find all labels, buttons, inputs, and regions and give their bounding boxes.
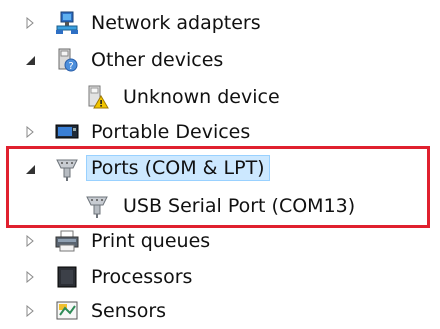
tree-item-label: Unknown device <box>123 86 280 108</box>
collapse-arrow-icon[interactable] <box>23 53 37 67</box>
tree-item-label: Print queues <box>91 230 211 252</box>
expand-arrow-icon[interactable] <box>23 270 37 284</box>
processor-icon <box>54 264 80 290</box>
tree-item-label: Other devices <box>91 49 224 71</box>
tree-item-processors[interactable]: Processors <box>0 261 440 293</box>
network-adapter-icon <box>54 10 80 36</box>
tree-item-network-adapters[interactable]: Network adapters <box>0 7 440 39</box>
expand-arrow-icon[interactable] <box>23 16 37 30</box>
other-devices-icon: ? <box>54 47 80 73</box>
tree-item-label: Network adapters <box>91 12 261 34</box>
svg-text:?: ? <box>68 61 73 72</box>
sensor-icon <box>54 298 80 324</box>
expand-arrow-icon[interactable] <box>23 304 37 318</box>
highlight-box <box>6 146 430 228</box>
tree-item-unknown-device[interactable]: Unknown device <box>0 81 440 113</box>
tree-item-label: Processors <box>91 266 193 288</box>
expand-arrow-icon[interactable] <box>23 234 37 248</box>
tree-item-label: Portable Devices <box>91 121 251 143</box>
tree-item-sensors[interactable]: Sensors <box>0 295 440 327</box>
tree-item-other-devices[interactable]: ? Other devices <box>0 44 440 76</box>
tree-item-portable-devices[interactable]: Portable Devices <box>0 116 440 148</box>
tree-item-print-queues[interactable]: Print queues <box>0 225 440 257</box>
unknown-device-icon <box>84 84 110 110</box>
portable-devices-icon <box>54 119 80 145</box>
expand-arrow-icon[interactable] <box>23 125 37 139</box>
tree-item-label: Sensors <box>91 300 167 322</box>
printer-icon <box>54 228 80 254</box>
